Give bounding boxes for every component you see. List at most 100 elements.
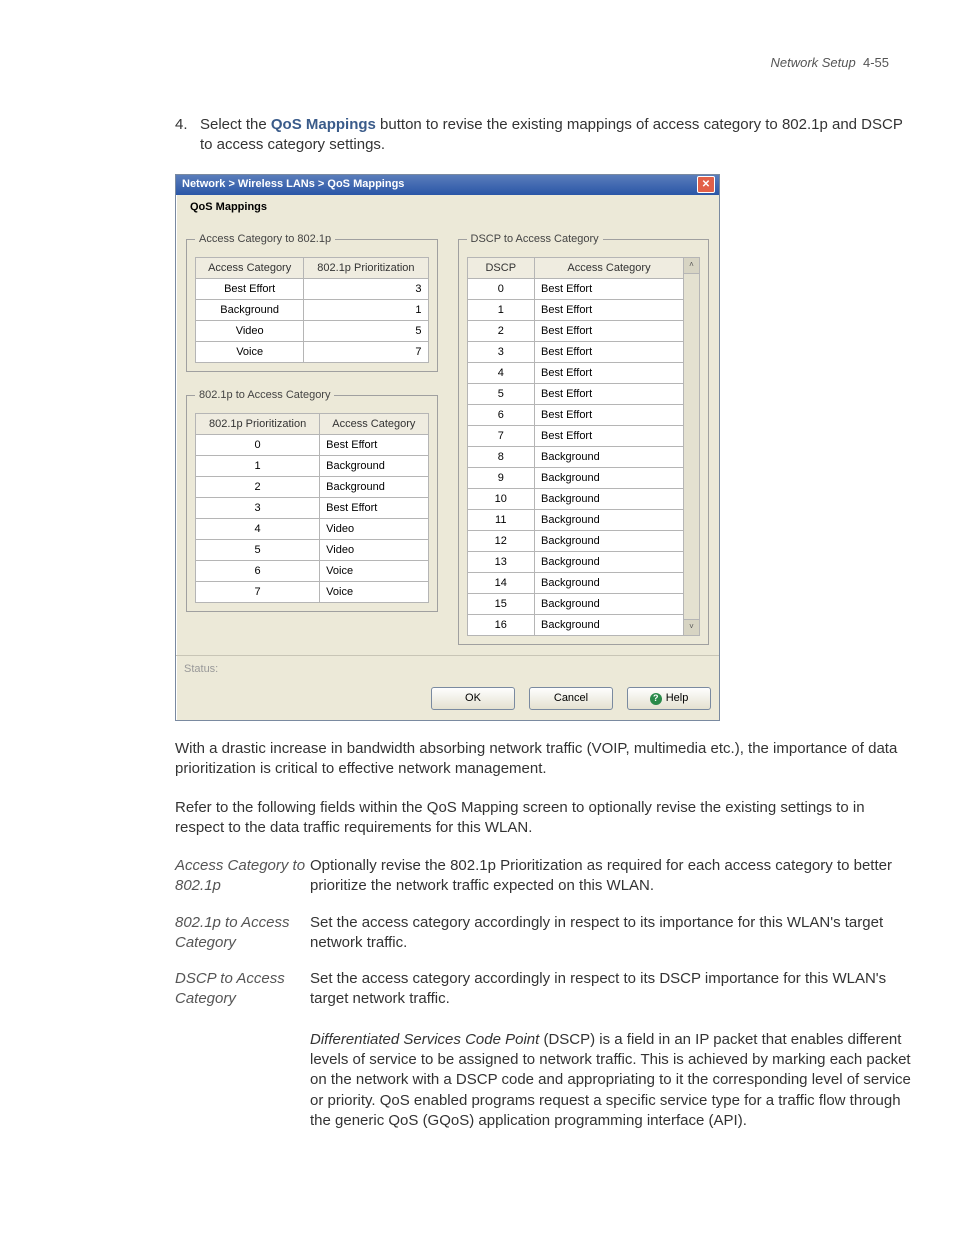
cell: Best Effort — [196, 279, 304, 300]
cell: Voice — [196, 342, 304, 363]
cell: Best Effort — [535, 384, 684, 405]
cell: Background — [535, 615, 684, 636]
cell: 16 — [467, 615, 535, 636]
scroll-down-icon[interactable]: ˅ — [684, 619, 699, 635]
table-row[interactable]: 13Background — [467, 552, 684, 573]
table-row[interactable]: Best Effort3 — [196, 279, 429, 300]
cell: 1 — [196, 456, 320, 477]
table-row[interactable]: 4Video — [196, 519, 429, 540]
col-header: 802.1p Prioritization — [196, 414, 320, 435]
definition-desc: Optionally revise the 802.1p Prioritizat… — [310, 856, 915, 897]
table-row[interactable]: 2Best Effort — [467, 321, 684, 342]
cell: 5 — [304, 321, 428, 342]
cell: Background — [535, 468, 684, 489]
cell: Best Effort — [535, 300, 684, 321]
cell: 1 — [304, 300, 428, 321]
scroll-up-icon[interactable]: ˄ — [684, 258, 699, 274]
cell: Best Effort — [535, 363, 684, 384]
cell: Background — [535, 531, 684, 552]
cell: Background — [535, 510, 684, 531]
cell: Background — [535, 573, 684, 594]
cell: 7 — [196, 582, 320, 603]
paragraph: Refer to the following fields within the… — [175, 798, 915, 839]
dialog-titlebar: Network > Wireless LANs > QoS Mappings ✕ — [176, 175, 719, 195]
table-row[interactable]: 11Background — [467, 510, 684, 531]
tab-qos-mappings[interactable]: QoS Mappings — [182, 198, 275, 217]
help-button[interactable]: ? Help — [627, 687, 711, 710]
close-icon[interactable]: ✕ — [697, 176, 715, 193]
table-access-to-8021p: Access Category 802.1p Prioritization Be… — [195, 257, 429, 363]
cell: Background — [535, 447, 684, 468]
table-row[interactable]: Voice7 — [196, 342, 429, 363]
cell: Background — [196, 300, 304, 321]
cell: Best Effort — [535, 342, 684, 363]
table-row[interactable]: 14Background — [467, 573, 684, 594]
table-row[interactable]: Video5 — [196, 321, 429, 342]
col-header: Access Category — [320, 414, 428, 435]
cell: 0 — [196, 435, 320, 456]
breadcrumb: Network > Wireless LANs > QoS Mappings — [182, 177, 404, 192]
cell: 2 — [196, 477, 320, 498]
table-row[interactable]: 8Background — [467, 447, 684, 468]
table-row[interactable]: 2Background — [196, 477, 429, 498]
cell: 9 — [467, 468, 535, 489]
table-row[interactable]: 4Best Effort — [467, 363, 684, 384]
table-row[interactable]: 5Video — [196, 540, 429, 561]
col-header: Access Category — [535, 258, 684, 279]
cell: 6 — [196, 561, 320, 582]
table-row[interactable]: 5Best Effort — [467, 384, 684, 405]
table-row[interactable]: 15Background — [467, 594, 684, 615]
fieldset-access-to-8021p: Access Category to 802.1p Access Categor… — [186, 232, 438, 372]
cell: Background — [535, 489, 684, 510]
cell: 8 — [467, 447, 535, 468]
table-row[interactable]: 7Best Effort — [467, 426, 684, 447]
table-row[interactable]: 16Background — [467, 615, 684, 636]
cell: Video — [320, 540, 428, 561]
table-row[interactable]: 6Best Effort — [467, 405, 684, 426]
definition-desc: Set the access category accordingly in r… — [310, 969, 915, 1131]
cell: Video — [196, 321, 304, 342]
table-row[interactable]: 3Best Effort — [467, 342, 684, 363]
cell: Best Effort — [535, 279, 684, 300]
qos-mappings-label: QoS Mappings — [271, 116, 376, 133]
table-row[interactable]: 1Background — [196, 456, 429, 477]
header-page: 4-55 — [863, 55, 889, 70]
cell: Best Effort — [535, 321, 684, 342]
table-row[interactable]: 7Voice — [196, 582, 429, 603]
table-row[interactable]: 0Best Effort — [196, 435, 429, 456]
definition-list: Access Category to 802.1p Optionally rev… — [175, 856, 915, 1131]
table-row[interactable]: 9Background — [467, 468, 684, 489]
table-row[interactable]: 1Best Effort — [467, 300, 684, 321]
cancel-button[interactable]: Cancel — [529, 687, 613, 710]
definition-desc: Set the access category accordingly in r… — [310, 913, 915, 954]
fieldset-8021p-to-access: 802.1p to Access Category 802.1p Priorit… — [186, 388, 438, 612]
definition-term: DSCP to Access Category — [175, 969, 310, 1131]
cell: 5 — [467, 384, 535, 405]
button-bar: OK Cancel ? Help — [176, 681, 719, 720]
table-row[interactable]: Background1 — [196, 300, 429, 321]
cell: 7 — [467, 426, 535, 447]
header-section: Network Setup — [770, 55, 855, 70]
table-row[interactable]: 0Best Effort — [467, 279, 684, 300]
step-4: 4. Select the QoS Mappings button to rev… — [175, 115, 915, 156]
table-row[interactable]: 6Voice — [196, 561, 429, 582]
cell: Background — [320, 456, 428, 477]
col-header: DSCP — [467, 258, 535, 279]
col-header: 802.1p Prioritization — [304, 258, 428, 279]
cell: Background — [320, 477, 428, 498]
status-bar: Status: — [176, 655, 719, 681]
table-dscp-to-access: DSCP Access Category 0Best Effort1Best E… — [467, 257, 685, 636]
cell: 4 — [467, 363, 535, 384]
table-row[interactable]: 12Background — [467, 531, 684, 552]
fieldset-dscp-to-access: DSCP to Access Category DSCP Access Cate… — [458, 232, 710, 645]
table-row[interactable]: 3Best Effort — [196, 498, 429, 519]
tab-strip: QoS Mappings — [176, 195, 719, 217]
cell: Best Effort — [320, 498, 428, 519]
ok-button[interactable]: OK — [431, 687, 515, 710]
paragraph: With a drastic increase in bandwidth abs… — [175, 739, 915, 780]
cell: 3 — [196, 498, 320, 519]
cell: Video — [320, 519, 428, 540]
table-row[interactable]: 10Background — [467, 489, 684, 510]
scrollbar[interactable]: ˄ ˅ — [684, 257, 700, 636]
cell: 0 — [467, 279, 535, 300]
